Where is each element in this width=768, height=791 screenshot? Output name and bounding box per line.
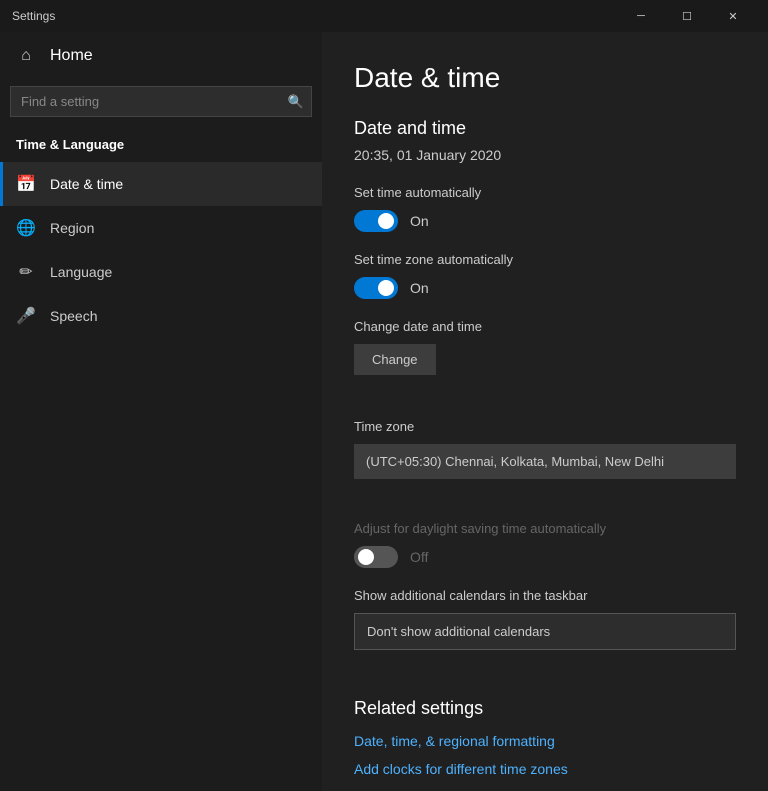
minimize-button[interactable]: ─ — [618, 0, 664, 32]
set-time-auto-toggle-row: On — [354, 210, 736, 232]
sidebar-item-language[interactable]: ✏ Language — [0, 250, 322, 294]
region-icon: 🌐 — [16, 218, 36, 238]
date-time-icon: 📅 — [16, 174, 36, 194]
sidebar: ⌂ Home 🔍 Time & Language 📅 Date & time 🌐… — [0, 32, 322, 791]
change-button[interactable]: Change — [354, 344, 436, 375]
date-time-section-title: Date and time — [354, 118, 736, 139]
sidebar-item-label-date-time: Date & time — [50, 176, 123, 192]
set-timezone-auto-toggle-row: On — [354, 277, 736, 299]
set-timezone-auto-setting: Set time zone automatically On — [354, 252, 736, 299]
language-icon: ✏ — [16, 262, 36, 282]
set-timezone-auto-value: On — [410, 280, 429, 296]
set-time-auto-knob — [378, 213, 394, 229]
sidebar-home-label: Home — [50, 47, 93, 65]
timezone-select[interactable]: (UTC+05:30) Chennai, Kolkata, Mumbai, Ne… — [354, 444, 736, 479]
calendars-setting: Show additional calendars in the taskbar… — [354, 588, 736, 678]
daylight-toggle-row: Off — [354, 546, 736, 568]
timezone-setting: Time zone (UTC+05:30) Chennai, Kolkata, … — [354, 419, 736, 501]
related-settings-title: Related settings — [354, 698, 736, 719]
window-controls: ─ ☐ ✕ — [618, 0, 756, 32]
maximize-button[interactable]: ☐ — [664, 0, 710, 32]
timezone-label: Time zone — [354, 419, 736, 434]
search-input[interactable] — [10, 86, 312, 117]
daylight-label: Adjust for daylight saving time automati… — [354, 521, 736, 536]
sidebar-item-label-language: Language — [50, 264, 112, 280]
set-time-auto-toggle[interactable] — [354, 210, 398, 232]
daylight-setting: Adjust for daylight saving time automati… — [354, 521, 736, 568]
set-time-auto-setting: Set time automatically On — [354, 185, 736, 232]
sidebar-home[interactable]: ⌂ Home — [0, 32, 322, 80]
set-timezone-auto-label: Set time zone automatically — [354, 252, 736, 267]
close-button[interactable]: ✕ — [710, 0, 756, 32]
daylight-value: Off — [410, 549, 428, 565]
set-time-auto-label: Set time automatically — [354, 185, 736, 200]
daylight-toggle[interactable] — [354, 546, 398, 568]
sidebar-item-date-time[interactable]: 📅 Date & time — [0, 162, 322, 206]
related-link-formatting[interactable]: Date, time, & regional formatting — [354, 733, 736, 749]
set-timezone-auto-toggle[interactable] — [354, 277, 398, 299]
calendars-select[interactable]: Don't show additional calendars — [354, 613, 736, 650]
related-link-clocks[interactable]: Add clocks for different time zones — [354, 761, 736, 777]
change-date-time-label: Change date and time — [354, 319, 736, 334]
main-content: Date & time Date and time 20:35, 01 Janu… — [322, 32, 768, 791]
daylight-knob — [358, 549, 374, 565]
set-timezone-auto-knob — [378, 280, 394, 296]
current-time: 20:35, 01 January 2020 — [354, 147, 736, 163]
speech-icon: 🎤 — [16, 306, 36, 326]
sidebar-item-region[interactable]: 🌐 Region — [0, 206, 322, 250]
sidebar-section-title: Time & Language — [0, 133, 322, 162]
search-icon[interactable]: 🔍 — [288, 94, 304, 110]
search-box: 🔍 — [10, 86, 312, 117]
app-title: Settings — [12, 9, 618, 23]
home-icon: ⌂ — [16, 46, 36, 66]
change-date-time-setting: Change date and time Change — [354, 319, 736, 399]
titlebar: Settings ─ ☐ ✕ — [0, 0, 768, 32]
sidebar-item-label-speech: Speech — [50, 308, 97, 324]
sidebar-item-label-region: Region — [50, 220, 94, 236]
calendars-label: Show additional calendars in the taskbar — [354, 588, 736, 603]
app-body: ⌂ Home 🔍 Time & Language 📅 Date & time 🌐… — [0, 32, 768, 791]
sidebar-item-speech[interactable]: 🎤 Speech — [0, 294, 322, 338]
page-title: Date & time — [354, 62, 736, 94]
set-time-auto-value: On — [410, 213, 429, 229]
